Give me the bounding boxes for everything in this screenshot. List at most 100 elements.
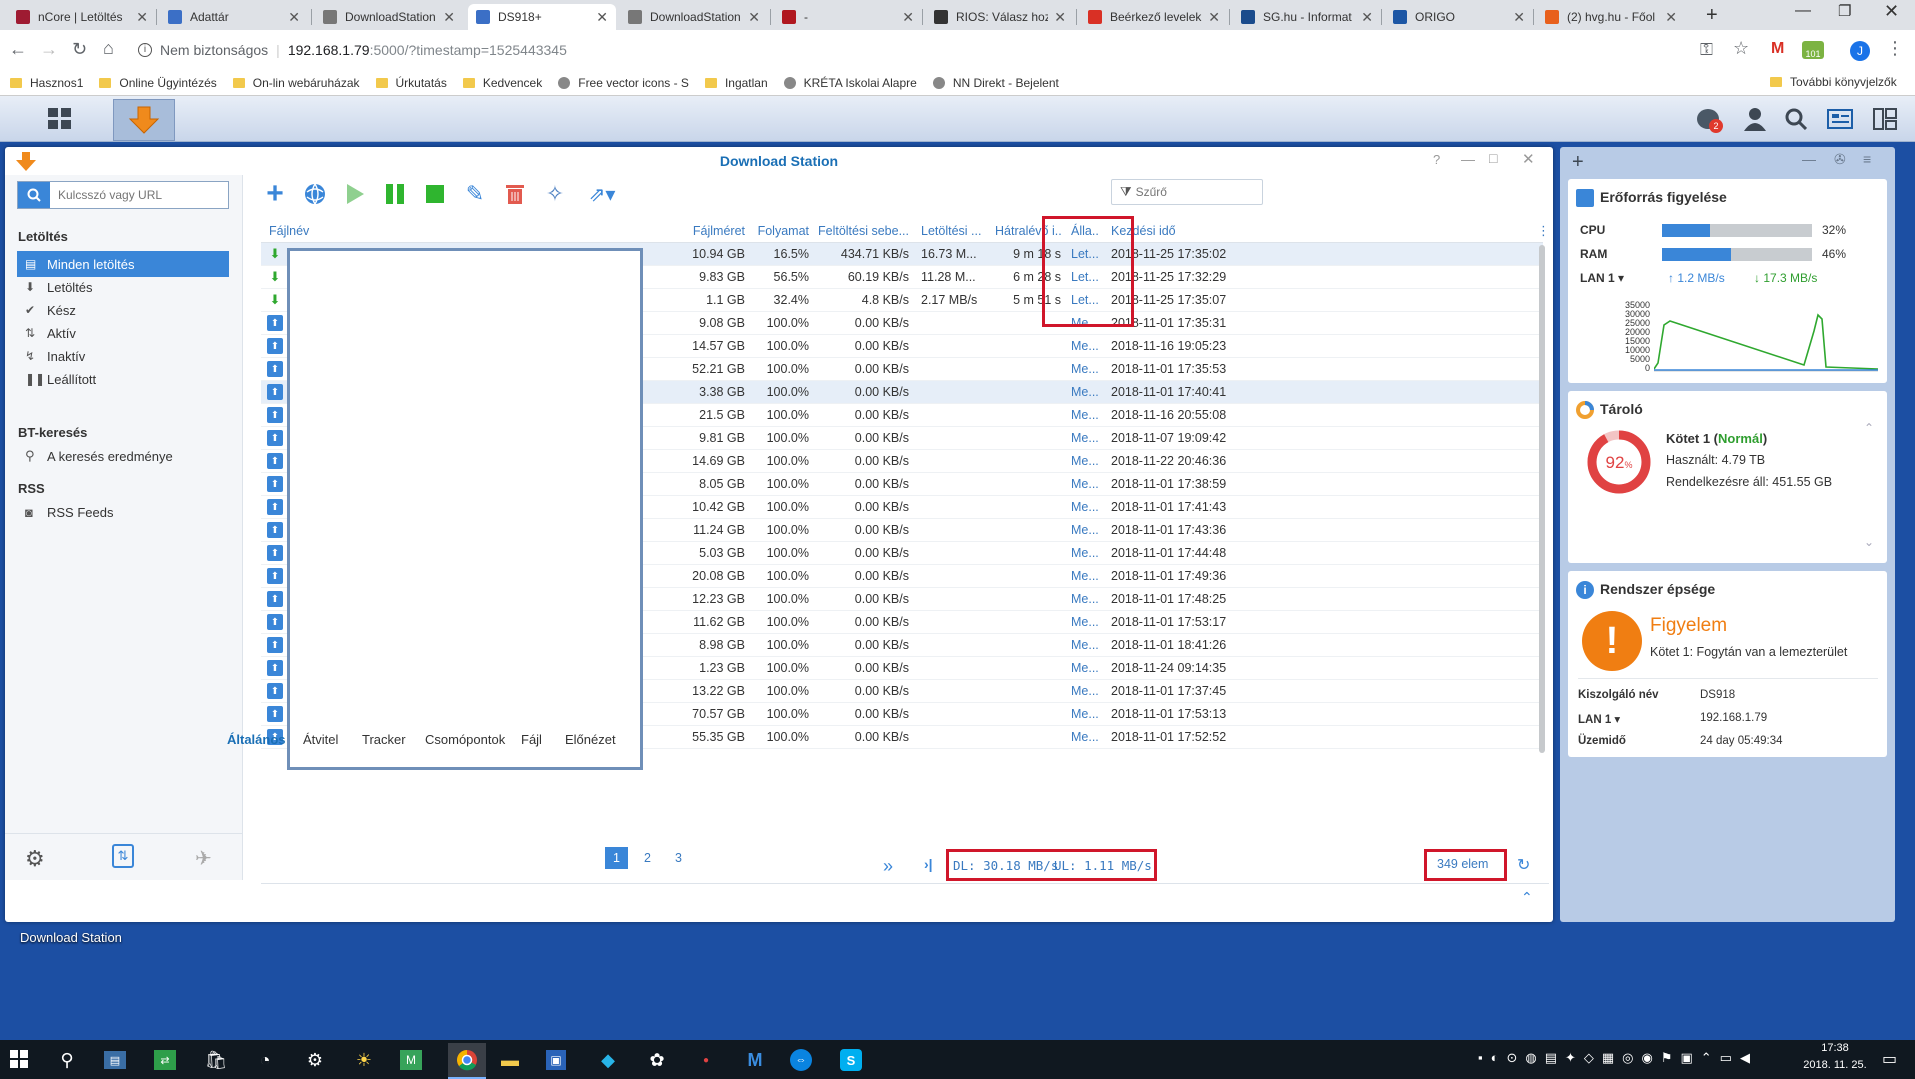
bookmark[interactable]: NN Direkt - Bejelent — [932, 76, 1059, 90]
lan-info-label[interactable]: LAN 1 ▾ — [1578, 712, 1620, 726]
tab-close-icon[interactable]: ✕ — [443, 9, 455, 26]
bookmark[interactable]: Úrkutatás — [375, 76, 447, 90]
action-center-icon[interactable]: ▭ — [1882, 1049, 1897, 1069]
bookmark[interactable]: Free vector icons - S — [558, 76, 689, 90]
page-button[interactable]: 1 — [605, 847, 628, 869]
calendar-extension-icon[interactable]: 101 — [1802, 41, 1824, 59]
tab-close-icon[interactable]: ✕ — [1513, 9, 1525, 26]
sidebar-item-search-result[interactable]: ⚲ A keresés eredménye — [17, 443, 229, 469]
tab-close-icon[interactable]: ✕ — [288, 9, 300, 26]
detail-tab[interactable]: Előnézet — [565, 732, 616, 747]
browser-tab[interactable]: DS918+ ✕ — [468, 4, 616, 30]
browser-tab[interactable]: SG.hu - Informat ✕ — [1233, 4, 1381, 30]
emule-icon[interactable]: ✈ — [195, 846, 212, 871]
tab-close-icon[interactable]: ✕ — [136, 9, 148, 26]
browser-tab[interactable]: DownloadStation ✕ — [315, 4, 463, 30]
expand-detail-icon[interactable]: ⌃ — [1521, 889, 1533, 906]
bookmark[interactable]: Ingatlan — [704, 76, 768, 90]
scroll-down-icon[interactable]: ⌄ — [1864, 535, 1874, 549]
teamviewer-icon[interactable]: ⇔ — [790, 1049, 812, 1071]
detail-tab[interactable]: Csomópontok — [425, 732, 505, 747]
pin-icon[interactable]: ✇ — [1834, 151, 1846, 168]
key-icon[interactable]: ⚿ — [1700, 40, 1713, 60]
tab-close-icon[interactable]: ✕ — [596, 9, 608, 26]
stop-icon[interactable] — [422, 181, 448, 207]
restore-browser-icon[interactable]: ❐ — [1838, 2, 1851, 20]
desktop-app-label[interactable]: Download Station — [20, 930, 122, 945]
bookmark[interactable]: KRÉTA Iskolai Alapre — [783, 76, 917, 90]
column-header[interactable]: Feltöltési sebe... — [817, 219, 909, 243]
settings-icon[interactable]: ⚙ — [25, 846, 45, 872]
omnibox[interactable]: i Nem biztonságos | 192.168.1.79 :5000/?… — [138, 36, 1698, 64]
clear-icon[interactable]: ✧ — [542, 181, 568, 207]
user-icon[interactable] — [1743, 107, 1767, 131]
minimize-widgets-icon[interactable]: — — [1802, 151, 1816, 167]
browser-tab[interactable]: - ✕ — [774, 4, 922, 30]
browser-tab[interactable]: RIOS: Válasz hoz ✕ — [926, 4, 1074, 30]
browser-tab[interactable]: Beérkező levelek ✕ — [1080, 4, 1228, 30]
detail-tab[interactable]: Általános — [227, 732, 286, 747]
kodi-icon[interactable]: ◆ — [595, 1047, 621, 1073]
add-widget-icon[interactable]: + — [1572, 151, 1584, 174]
paint-icon[interactable]: ✿ — [644, 1047, 670, 1073]
other-bookmarks[interactable]: További könyvjelzők — [1770, 75, 1897, 89]
page-button[interactable]: 3 — [667, 847, 690, 869]
home-icon[interactable]: ⌂ — [103, 38, 114, 59]
record-icon[interactable]: ● — [693, 1047, 719, 1073]
minimize-browser-icon[interactable]: — — [1795, 2, 1811, 20]
sidebar-item[interactable]: ❚❚ Leállított — [17, 366, 229, 392]
tab-close-icon[interactable]: ✕ — [1361, 9, 1373, 26]
gmail-extension-icon[interactable]: M — [1771, 40, 1784, 58]
browser-tab[interactable]: ORIGO ✕ — [1385, 4, 1533, 30]
tab-close-icon[interactable]: ✕ — [1665, 9, 1677, 26]
chrome-taskbar-button[interactable] — [448, 1043, 486, 1079]
profile-avatar[interactable]: J — [1850, 41, 1870, 61]
scheduler-icon[interactable]: ⇅ — [112, 844, 134, 868]
close-window-icon[interactable]: ✕ — [1522, 150, 1535, 168]
maximize-window-icon[interactable]: □ — [1489, 150, 1497, 166]
refresh-icon[interactable]: ↻ — [1517, 855, 1530, 875]
info-icon[interactable]: i — [138, 43, 152, 57]
column-header[interactable]: Folyamat — [751, 219, 809, 243]
column-header[interactable]: Fájlnév — [269, 219, 639, 243]
explorer-icon[interactable]: ▬ — [497, 1047, 523, 1073]
taskbar-app1-icon[interactable]: ▤ — [104, 1051, 126, 1069]
browser-tab[interactable]: nCore | Letöltés ✕ — [8, 4, 156, 30]
edit-icon[interactable]: ✎ — [462, 181, 488, 207]
taskbar-settings-icon[interactable]: ⚙ — [302, 1047, 328, 1073]
tab-close-icon[interactable]: ✕ — [748, 9, 760, 26]
forward-icon[interactable]: → — [40, 39, 58, 60]
app-m-icon[interactable]: M — [742, 1047, 768, 1073]
star-icon[interactable]: ☆ — [1733, 38, 1749, 59]
brightness-icon[interactable]: ☀ — [351, 1047, 377, 1073]
filter-field[interactable]: ⧩ — [1111, 179, 1263, 205]
browser-tab[interactable]: (2) hvg.hu - Főol ✕ — [1537, 4, 1685, 30]
minimize-window-icon[interactable]: — — [1461, 151, 1475, 167]
bookmark[interactable]: Kedvencek — [462, 76, 542, 90]
widgets-icon[interactable] — [1827, 109, 1853, 129]
pause-icon[interactable] — [382, 181, 408, 207]
desktop-layout-icon[interactable] — [1873, 108, 1897, 130]
filter-input[interactable] — [1135, 185, 1256, 199]
taskbar-app3-icon[interactable]: M — [400, 1050, 422, 1070]
save-app-icon[interactable]: ▣ — [546, 1050, 566, 1070]
resume-icon[interactable] — [342, 181, 368, 207]
bookmark[interactable]: Online Ügyintézés — [99, 76, 217, 90]
bookmark[interactable]: On-lin webáruházak — [232, 76, 360, 90]
chrome-menu-icon[interactable]: ⋮ — [1886, 38, 1904, 59]
browser-tab[interactable]: DownloadStation ✕ — [620, 4, 768, 30]
taskbar-app2-icon[interactable]: ⇄ — [154, 1050, 176, 1070]
column-header[interactable]: Fájlméret — [647, 219, 745, 243]
share-icon[interactable]: ⇗▾ — [582, 181, 622, 207]
delete-icon[interactable] — [502, 181, 528, 207]
tab-close-icon[interactable]: ✕ — [1208, 9, 1220, 26]
new-tab-button[interactable]: + — [1706, 4, 1718, 27]
back-icon[interactable]: ← — [9, 39, 27, 60]
bookmark[interactable]: Hasznos1 — [10, 76, 83, 90]
page-button[interactable]: 2 — [636, 847, 659, 869]
taskbar-search-icon[interactable]: ⚲ — [54, 1047, 80, 1073]
skype-icon[interactable]: S — [840, 1049, 862, 1071]
last-page-icon[interactable]: ›| — [924, 856, 933, 872]
lan-label[interactable]: LAN 1 ▾ — [1580, 271, 1624, 285]
main-menu-button[interactable] — [18, 99, 102, 139]
